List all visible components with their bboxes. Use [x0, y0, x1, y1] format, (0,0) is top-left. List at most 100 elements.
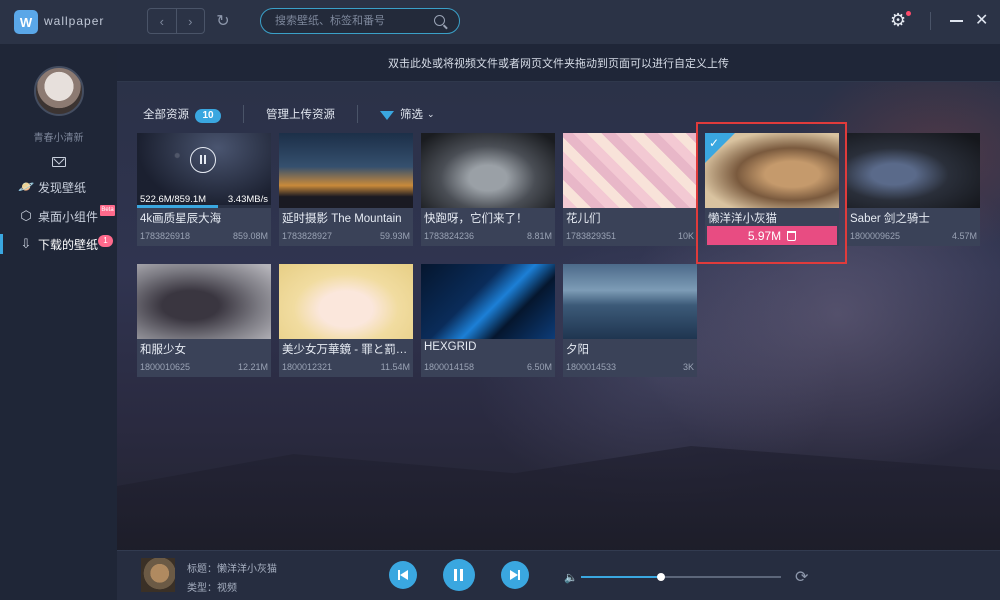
wallpaper-card[interactable]: 和服少女 1800010625 12.21M — [137, 264, 271, 377]
beta-badge: Beta — [100, 205, 115, 216]
planet-icon: 🪐 — [18, 179, 35, 194]
filter-toolbar: 全部资源 10 管理上传资源 筛选 ⌄ — [143, 104, 435, 124]
search-input[interactable] — [275, 13, 435, 29]
avatar[interactable] — [34, 66, 84, 116]
card-title: 延时摄影 The Mountain — [282, 213, 402, 225]
next-button[interactable] — [501, 561, 529, 589]
app-logo-icon: W — [14, 10, 38, 34]
wallpaper-card[interactable]: 522.6M/859.1M 3.43MB/s 4k画质星辰大海 17838269… — [137, 133, 271, 246]
card-size: 12.21M — [237, 362, 268, 372]
card-size: 10K — [677, 231, 694, 241]
card-id: 1783824236 — [424, 231, 475, 241]
toolbar-divider — [243, 105, 244, 123]
close-button[interactable]: ✕ — [975, 10, 988, 30]
wallpaper-card[interactable]: 美少女万華鏡 - 罪と罰の少女 1800012321 11.54M — [279, 264, 413, 377]
widget-icon: ⬡ — [20, 208, 32, 223]
settings-gear-icon[interactable]: ⚙ — [890, 10, 906, 31]
toolbar-divider — [357, 105, 358, 123]
thumbnail-timelapse-mountain — [279, 133, 413, 208]
card-size: 11.54M — [380, 362, 410, 372]
search-icon[interactable] — [434, 15, 445, 26]
tab-manage-uploads[interactable]: 管理上传资源 — [266, 106, 335, 122]
wallpaper-card[interactable]: 延时摄影 The Mountain 1783828927 59.93M — [279, 133, 413, 246]
now-playing-thumbnail — [141, 558, 175, 592]
loop-icon[interactable]: ⟳ — [795, 567, 808, 587]
chevron-down-icon: ⌄ — [427, 108, 435, 119]
search-box — [260, 8, 460, 34]
wallpaper-card[interactable]: 花儿们 1783829351 10K — [563, 133, 697, 246]
card-size: 6.50M — [526, 362, 552, 372]
thumbnail-anime-girls — [563, 133, 697, 208]
card-id: 1783829351 — [566, 231, 617, 241]
selection-highlight — [696, 122, 847, 264]
pause-download-icon[interactable] — [190, 147, 216, 173]
download-progress-bar — [137, 205, 271, 208]
card-title: 和服少女 — [140, 344, 186, 356]
now-playing-title: 标题：懒洋洋小灰猫 — [187, 564, 277, 575]
username: 青春小清新 — [33, 133, 84, 144]
background-wallpaper — [117, 446, 1000, 550]
wallpaper-card[interactable]: HEXGRID 1800014158 6.50M — [421, 264, 555, 377]
download-count-badge: 1 — [98, 235, 113, 247]
download-speed: 3.43MB/s — [227, 194, 268, 205]
history-nav: ‹ › — [147, 8, 205, 34]
card-size: 8.81M — [526, 231, 552, 241]
card-title: HEXGRID — [424, 341, 477, 353]
card-title: 4k画质星辰大海 — [140, 213, 222, 225]
card-size: 3K — [682, 362, 694, 372]
sidebar-item-discover[interactable]: 🪐 发现壁纸 — [0, 174, 117, 200]
sidebar: 青春小清新 🪐 发现壁纸 ⬡ 桌面小组件 Beta ⇩ 下载的壁纸 1 — [0, 44, 117, 600]
now-playing-type: 类型：视频 — [187, 583, 237, 594]
thumbnail-sunset-sea — [563, 264, 697, 339]
minimize-button[interactable] — [950, 10, 964, 30]
sidebar-item-label: 发现壁纸 — [38, 180, 87, 195]
download-icon: ⇩ — [20, 236, 32, 251]
thumbnail-kimono-girl — [137, 264, 271, 339]
forward-button[interactable]: › — [175, 9, 205, 33]
tab-all-resources-label: 全部资源 — [143, 108, 189, 121]
card-title: 花儿们 — [566, 213, 601, 225]
sidebar-item-downloads[interactable]: ⇩ 下载的壁纸 1 — [0, 231, 117, 257]
volume-slider[interactable] — [581, 573, 781, 581]
card-title: 夕阳 — [566, 344, 589, 356]
card-id: 1800014533 — [566, 362, 617, 372]
notification-dot — [906, 11, 911, 16]
filter-funnel-icon — [380, 110, 394, 120]
back-button[interactable]: ‹ — [148, 9, 176, 33]
card-id: 1783828927 — [282, 231, 333, 241]
filter-dropdown[interactable]: 筛选 ⌄ — [380, 106, 435, 122]
volume-fill — [581, 576, 661, 578]
thumbnail-blonde-girl — [279, 264, 413, 339]
resource-count-badge: 10 — [195, 108, 221, 123]
app-name: wallpaper — [44, 14, 105, 28]
wallpaper-card[interactable]: 夕阳 1800014533 3K — [563, 264, 697, 377]
volume-icon[interactable]: 🔈 — [564, 571, 578, 584]
previous-button[interactable] — [389, 561, 417, 589]
mail-icon[interactable] — [52, 157, 66, 167]
tab-all-resources[interactable]: 全部资源 10 — [143, 106, 221, 123]
titlebar-divider — [930, 12, 931, 30]
card-id: 1800014158 — [424, 362, 475, 372]
wallpaper-card[interactable]: 快跑呀，它们来了！ 1783824236 8.81M — [421, 133, 555, 246]
sidebar-item-widgets[interactable]: ⬡ 桌面小组件 Beta — [0, 203, 117, 229]
sidebar-item-label: 桌面小组件 — [38, 209, 99, 224]
card-id: 1783826918 — [140, 231, 191, 241]
download-progress-text: 522.6M/859.1M — [140, 194, 207, 205]
thumbnail-saber — [847, 133, 980, 208]
card-id: 1800010625 — [140, 362, 191, 372]
card-id: 1800012321 — [282, 362, 333, 372]
card-size: 59.93M — [379, 231, 410, 241]
card-title: 美少女万華鏡 - 罪と罰の少女 — [282, 344, 410, 356]
card-size: 859.08M — [232, 231, 268, 241]
main-content: 双击此处或将视频文件或者网页文件夹拖动到页面可以进行自定义上传 全部资源 10 管… — [117, 44, 1000, 550]
card-size: 4.57M — [951, 231, 977, 241]
pause-button[interactable] — [443, 559, 475, 591]
wallpaper-card[interactable]: Saber 剑之骑士 1800009625 4.57M — [847, 133, 980, 246]
upload-drop-banner[interactable]: 双击此处或将视频文件或者网页文件夹拖动到页面可以进行自定义上传 — [117, 44, 1000, 82]
title-bar: W wallpaper ‹ › ↻ ⚙ ✕ — [0, 0, 1000, 44]
thumbnail-zombies — [421, 133, 555, 208]
refresh-icon[interactable]: ↻ — [212, 10, 234, 32]
thumbnail-hexgrid — [421, 264, 555, 339]
player-bar: 标题：懒洋洋小灰猫 类型：视频 🔈 ⟳ — [117, 550, 1000, 600]
volume-knob[interactable] — [657, 573, 665, 581]
